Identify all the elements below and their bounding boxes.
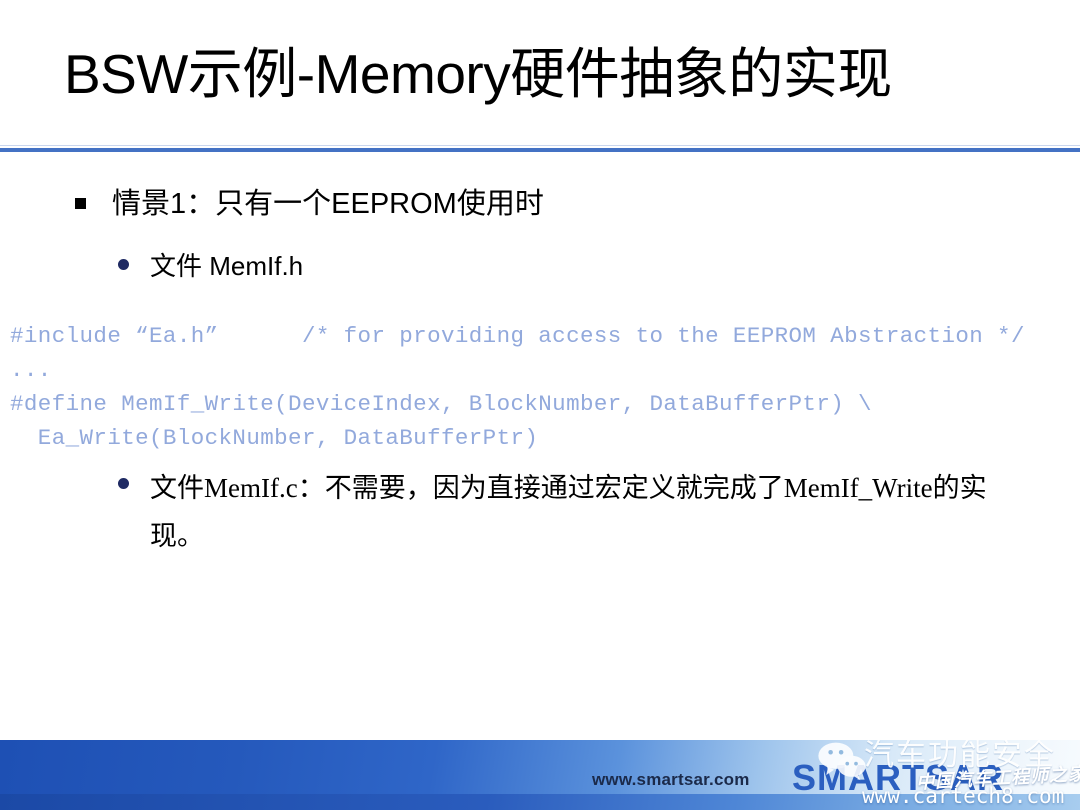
bullet-level2-file-source: 文件MemIf.c：不需要，因为直接通过宏定义就完成了MemIf_Write的实… <box>118 464 1018 560</box>
slide-canvas: BSW示例-Memory硬件抽象的实现 情景1：只有一个EEPROM使用时 文件… <box>0 0 1080 810</box>
square-bullet-icon <box>75 198 86 209</box>
title-divider-highlight <box>0 145 1080 146</box>
code-snippet: #include “Ea.h” /* for providing access … <box>10 322 1025 451</box>
bullet-level2-label-2: 文件MemIf.c：不需要，因为直接通过宏定义就完成了MemIf_Write的实… <box>150 473 987 551</box>
round-bullet-icon <box>118 478 129 489</box>
bullet-level2-file-header: 文件 MemIf.h <box>118 245 303 287</box>
smartsar-logo: SMARTSAR <box>792 757 1004 798</box>
bullet-level1: 情景1：只有一个EEPROM使用时 <box>75 184 544 224</box>
footer-website-url: www.smartsar.com <box>592 770 750 789</box>
round-bullet-icon <box>118 259 129 270</box>
bullet-level2-label-1: 文件 MemIf.h <box>150 251 304 281</box>
title-divider <box>0 148 1080 152</box>
bullet-level1-label: 情景1：只有一个EEPROM使用时 <box>112 188 544 220</box>
page-title: BSW示例-Memory硬件抽象的实现 <box>64 43 892 105</box>
